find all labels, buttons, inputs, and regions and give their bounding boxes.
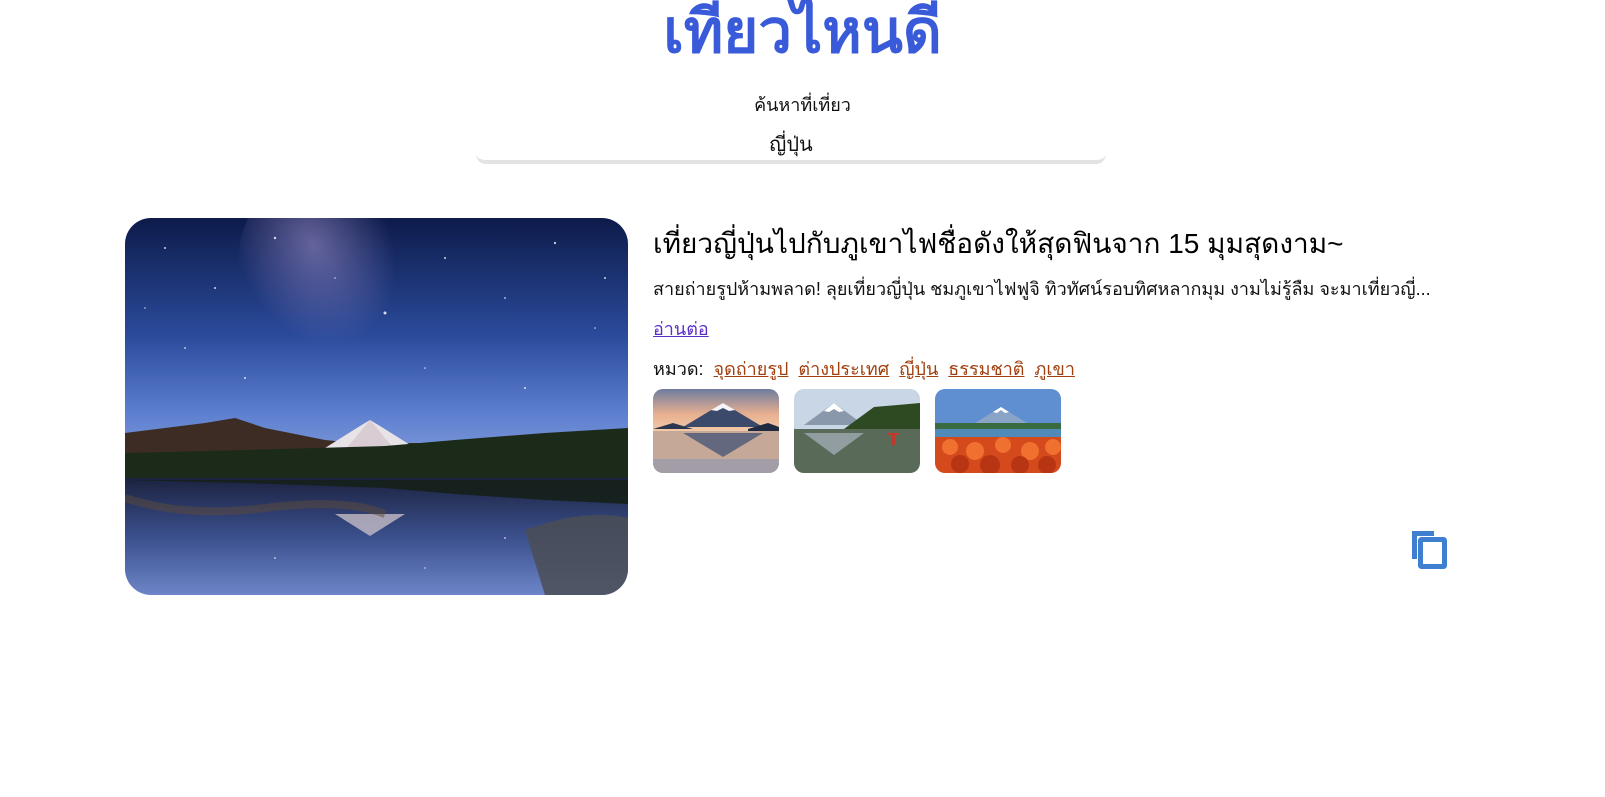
thumbnail-graphic [653,389,779,473]
thumbnail-graphic [794,389,920,473]
category-link[interactable]: ต่างประเทศ [798,354,889,383]
thumbnail-image[interactable] [653,389,779,473]
category-list: หมวด: จุดถ่ายรูป ต่างประเทศ ญี่ปุ่น ธรรม… [653,354,1075,383]
category-link[interactable]: ภูเขา [1035,354,1075,383]
copy-button[interactable] [1408,525,1450,571]
search-box [476,128,1106,164]
article-card: เที่ยวญี่ปุ่นไปกับภูเขาไฟชื่อดังให้สุดฟิ… [125,218,1485,598]
category-link[interactable]: ญี่ปุ่น [899,354,938,383]
hero-image-graphic [125,218,628,595]
page: เที่ยวไหนดี ค้นหาที่เที่ยว ญี่ปุ่น เที่ย… [0,0,1605,797]
thumbnail-image[interactable] [935,389,1061,473]
article-title[interactable]: เที่ยวญี่ปุ่นไปกับภูเขาไฟชื่อดังให้สุดฟิ… [653,222,1344,266]
category-link[interactable]: จุดถ่ายรูป [714,354,789,383]
thumbnail-image[interactable] [794,389,920,473]
category-link[interactable]: ธรรมชาติ [948,354,1024,383]
hero-image[interactable] [125,218,628,595]
article-excerpt: สายถ่ายรูปห้ามพลาด! ลุยเที่ยวญี่ปุ่น ชมภ… [653,279,1431,299]
site-title: เที่ยวไหนดี [663,0,942,65]
category-label: หมวด: [653,359,704,379]
search-input[interactable] [476,128,1106,160]
search-label: ค้นหาที่เที่ยว [754,95,851,115]
thumbnail-graphic [935,389,1061,473]
read-more-link[interactable]: อ่านต่อ [653,314,709,343]
thumbnail-gallery [653,389,1061,473]
copy-icon [1412,531,1447,569]
